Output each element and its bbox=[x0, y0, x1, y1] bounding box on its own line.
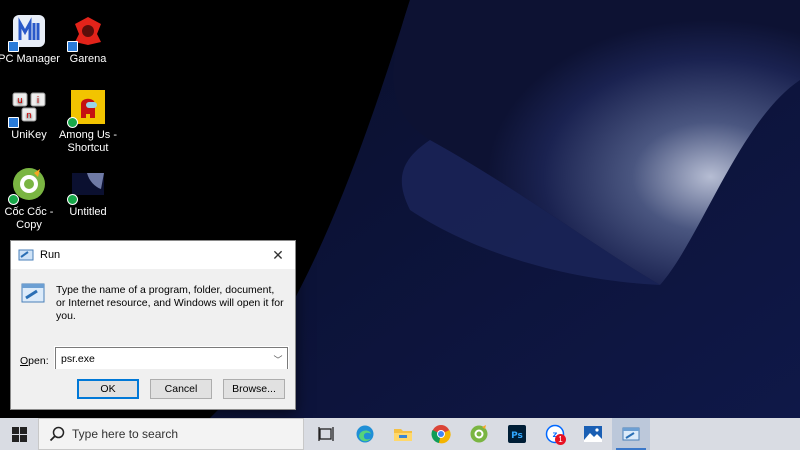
svg-text:u: u bbox=[17, 96, 23, 106]
svg-text:n: n bbox=[26, 111, 32, 121]
photos-icon bbox=[584, 426, 602, 442]
desktop-icon-coccoc[interactable]: Cốc Cốc - Copy bbox=[0, 165, 61, 232]
photoshop-icon: Ps bbox=[508, 425, 526, 443]
taskbar-photoshop[interactable]: Ps bbox=[498, 418, 536, 450]
run-dialog-title: Run bbox=[40, 249, 61, 261]
file-explorer-icon bbox=[394, 429, 412, 441]
search-icon bbox=[49, 426, 65, 442]
taskbar-coccoc[interactable] bbox=[460, 418, 498, 450]
desktop-icon-label: Untitled bbox=[69, 206, 107, 218]
shortcut-arrow-icon bbox=[67, 41, 78, 52]
taskbar-zalo[interactable]: Z 1 bbox=[536, 418, 574, 450]
taskbar-chrome[interactable] bbox=[422, 418, 460, 450]
browse-button[interactable]: Browse... bbox=[223, 379, 285, 399]
open-label: Open: bbox=[20, 355, 49, 367]
run-icon bbox=[622, 427, 640, 441]
taskbar-photos[interactable] bbox=[574, 418, 612, 450]
taskbar-run[interactable] bbox=[612, 418, 650, 450]
cancel-button[interactable]: Cancel bbox=[150, 379, 212, 399]
desktop-icon-garena[interactable]: Garena bbox=[56, 12, 120, 66]
run-dialog-titlebar[interactable]: Run ✕ bbox=[11, 241, 295, 269]
start-button[interactable] bbox=[0, 418, 38, 450]
desktop-icon-among-us[interactable]: Among Us - Shortcut bbox=[56, 88, 120, 155]
notification-badge: 1 bbox=[555, 434, 566, 445]
ok-button[interactable]: OK bbox=[77, 379, 139, 399]
taskbar-edge[interactable] bbox=[346, 418, 384, 450]
taskbar-file-explorer[interactable] bbox=[384, 418, 422, 450]
run-icon bbox=[21, 283, 45, 303]
desktop-icon-label: UniKey bbox=[11, 129, 47, 141]
open-combobox[interactable]: ﹀ bbox=[54, 346, 289, 372]
desktop-icon-label: Cốc Cốc - Copy bbox=[4, 206, 54, 231]
desktop-icon-unikey[interactable]: u i n UniKey bbox=[0, 88, 61, 142]
task-view-icon bbox=[318, 427, 334, 441]
sync-check-icon bbox=[8, 194, 19, 205]
svg-text:i: i bbox=[37, 96, 40, 106]
chevron-down-icon[interactable]: ﹀ bbox=[269, 353, 287, 366]
close-icon[interactable]: ✕ bbox=[261, 241, 295, 269]
taskbar-apps: Ps Z 1 bbox=[308, 418, 650, 450]
open-input[interactable] bbox=[56, 353, 269, 365]
desktop-icon-label: Among Us - Shortcut bbox=[58, 129, 118, 154]
chrome-icon bbox=[431, 425, 451, 444]
svg-text:Ps: Ps bbox=[511, 431, 523, 441]
shortcut-arrow-icon bbox=[8, 117, 19, 128]
taskbar-task-view[interactable] bbox=[308, 418, 346, 450]
windows-logo-icon bbox=[11, 426, 27, 442]
desktop-icon-label: Garena bbox=[69, 53, 107, 65]
desktop-icon-pc-manager[interactable]: PC Manager bbox=[0, 12, 61, 66]
coccoc-icon bbox=[470, 425, 488, 443]
desktop-icon-label: PC Manager bbox=[0, 53, 60, 65]
sync-check-icon bbox=[67, 117, 78, 128]
run-dialog-buttons: OK Cancel Browse... bbox=[11, 369, 295, 409]
edge-icon bbox=[356, 425, 374, 443]
desktop-icon-untitled[interactable]: Untitled bbox=[56, 165, 120, 219]
run-dialog: Run ✕ Type the name of a program, folder… bbox=[10, 240, 296, 410]
run-dialog-body: Type the name of a program, folder, docu… bbox=[11, 269, 295, 381]
search-placeholder: Type here to search bbox=[72, 427, 179, 441]
run-dialog-description: Type the name of a program, folder, docu… bbox=[56, 284, 284, 322]
shortcut-arrow-icon bbox=[8, 41, 19, 52]
taskbar: Type here to search Ps Z 1 bbox=[0, 418, 800, 450]
sync-check-icon bbox=[67, 194, 78, 205]
run-icon bbox=[18, 249, 34, 261]
taskbar-search-box[interactable]: Type here to search bbox=[38, 418, 304, 450]
